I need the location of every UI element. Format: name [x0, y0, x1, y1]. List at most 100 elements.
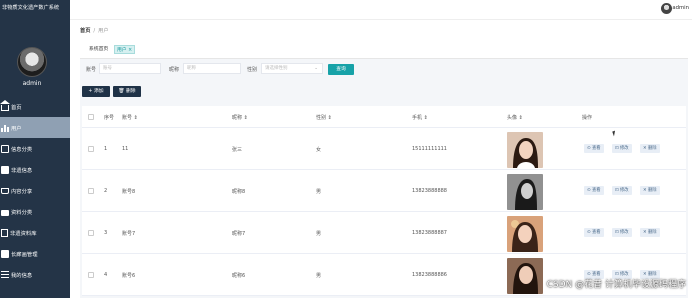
cell-phone: 13823888887	[412, 230, 447, 236]
topbar: admin	[70, 0, 692, 20]
home-icon	[0, 99, 10, 111]
cell-gender: 男	[316, 231, 322, 237]
row-delete-button[interactable]: ✕ 删除	[640, 186, 660, 195]
view-button[interactable]: ⊙ 查看	[584, 228, 604, 237]
user-table: 序号 账号 ⇕ 昵称 ⇕ 性别 ⇕ 手机 ⇕ 头像 ⇕ 操作 1 11 张三 女…	[82, 106, 686, 296]
row-checkbox[interactable]	[88, 188, 94, 194]
sidebar-item-label: 资料分类	[11, 209, 33, 216]
delete-button[interactable]: 🗑 删除	[113, 86, 141, 97]
sidebar-username: admin	[22, 80, 42, 87]
table-row: 2 账号8 昵称8 男 13823888888 ⊙ 查看 ⊡ 修改 ✕ 删除	[82, 170, 686, 212]
view-button[interactable]: ⊙ 查看	[584, 186, 604, 195]
cell-nickname: 昵称8	[232, 189, 246, 195]
edit-button[interactable]: ⊡ 修改	[612, 186, 632, 195]
row-checkbox[interactable]	[88, 230, 94, 236]
breadcrumb: 首页 / 用户	[80, 27, 109, 34]
sidebar-nav: 首页 用户 信息分类 非遗信息 内容分享 资料分类 非遗资料库 长廊画管理 我的…	[0, 96, 70, 285]
user-photo	[507, 174, 543, 210]
row-delete-button[interactable]: ✕ 删除	[640, 228, 660, 237]
user-photo	[507, 132, 543, 168]
cell-index: 2	[104, 188, 108, 194]
gallery-icon	[1, 249, 9, 258]
library-icon	[1, 228, 8, 237]
profile-icon	[1, 271, 9, 278]
gender-label: 性别	[247, 67, 258, 73]
bar-chart-icon	[1, 124, 9, 132]
share-icon	[1, 187, 9, 194]
search-button[interactable]: 查询	[328, 64, 354, 75]
table-row: 3 账号7 昵称7 男 13823888887 ⊙ 查看 ⊡ 修改 ✕ 删除	[82, 212, 686, 254]
sidebar-item-label: 长廊画管理	[11, 251, 38, 258]
breadcrumb-current: 用户	[98, 28, 109, 34]
cell-index: 1	[104, 146, 108, 152]
cell-index: 3	[104, 230, 108, 236]
gender-select-placeholder: 请选择性别	[265, 66, 288, 71]
table-row: 1 11 张三 女 15111111111 ⊙ 查看 ⊡ 修改 ✕ 删除	[82, 128, 686, 170]
topbar-username[interactable]: admin	[672, 5, 689, 11]
cell-account: 账号6	[122, 273, 136, 279]
cell-nickname: 昵称6	[232, 273, 246, 279]
header-phone[interactable]: 手机 ⇕	[412, 114, 428, 121]
cell-index: 4	[104, 272, 108, 278]
row-delete-button[interactable]: ✕ 删除	[640, 144, 660, 153]
gender-select[interactable]: 请选择性别 ⌄	[261, 63, 323, 74]
chevron-down-icon: ⌄	[314, 66, 318, 71]
add-button[interactable]: + 添加	[82, 86, 110, 97]
breadcrumb-home[interactable]: 首页	[80, 28, 90, 34]
sidebar-item-label: 内容分享	[11, 188, 33, 195]
nickname-input[interactable]	[183, 63, 241, 74]
sidebar-item-material-category[interactable]: 资料分类	[0, 201, 70, 222]
delete-button-label: 删除	[126, 89, 136, 94]
sidebar-item-my-info[interactable]: 我的信息	[0, 264, 70, 285]
cell-account: 账号7	[122, 231, 136, 237]
account-input[interactable]	[99, 63, 161, 74]
category-icon	[1, 144, 9, 153]
header-index: 序号	[104, 115, 115, 121]
edit-button[interactable]: ⊡ 修改	[612, 228, 632, 237]
cell-nickname: 张三	[232, 147, 243, 153]
cell-gender: 男	[316, 189, 322, 195]
header-account[interactable]: 账号 ⇕	[122, 114, 138, 121]
cell-gender: 女	[316, 147, 322, 153]
main-panel: 系统首页 用户 × 账号 昵称 性别 请选择性别 ⌄ 查询 + 添加 🗑 删除 …	[80, 38, 688, 298]
info-icon	[1, 165, 9, 174]
select-all-checkbox[interactable]	[88, 114, 94, 120]
sidebar-item-label: 非遗资料库	[10, 230, 37, 237]
tab-home[interactable]: 系统首页	[87, 45, 110, 54]
sidebar-avatar	[17, 47, 47, 77]
cell-account: 11	[122, 146, 129, 152]
sidebar-item-label: 用户	[11, 125, 22, 132]
sidebar-item-heritage-info[interactable]: 非遗信息	[0, 159, 70, 180]
watermark: CSDN @花昔 计算机毕设源码程序	[546, 280, 686, 290]
edit-button[interactable]: ⊡ 修改	[612, 144, 632, 153]
nickname-label: 昵称	[169, 67, 180, 73]
trash-icon: 🗑	[118, 89, 126, 94]
header-nickname[interactable]: 昵称 ⇕	[232, 114, 248, 121]
tab-user[interactable]: 用户 ×	[114, 45, 136, 54]
row-checkbox[interactable]	[88, 272, 94, 278]
header-operations: 操作	[582, 115, 593, 121]
cell-account: 账号8	[122, 189, 136, 195]
row-checkbox[interactable]	[88, 146, 94, 152]
sidebar-item-content-share[interactable]: 内容分享	[0, 180, 70, 201]
breadcrumb-separator: /	[93, 28, 96, 34]
header-avatar[interactable]: 头像 ⇕	[507, 114, 523, 121]
cell-nickname: 昵称7	[232, 231, 246, 237]
sidebar-item-gallery[interactable]: 长廊画管理	[0, 243, 70, 264]
sidebar-item-users[interactable]: 用户	[0, 117, 70, 138]
user-avatar[interactable]	[661, 3, 672, 14]
header-gender[interactable]: 性别 ⇕	[316, 114, 332, 121]
sidebar-item-home[interactable]: 首页	[0, 96, 70, 117]
sidebar-item-label: 非遗信息	[11, 167, 33, 174]
sidebar-item-label: 我的信息	[11, 272, 33, 279]
filter-bar: 账号 昵称 性别 请选择性别 ⌄ 查询	[80, 60, 688, 78]
user-photo	[507, 258, 543, 294]
cell-phone: 15111111111	[412, 146, 447, 152]
table-header: 序号 账号 ⇕ 昵称 ⇕ 性别 ⇕ 手机 ⇕ 头像 ⇕ 操作	[82, 106, 686, 128]
sidebar-item-label: 首页	[11, 104, 22, 111]
sidebar-item-info-category[interactable]: 信息分类	[0, 138, 70, 159]
view-button[interactable]: ⊙ 查看	[584, 144, 604, 153]
sidebar-item-heritage-library[interactable]: 非遗资料库	[0, 222, 70, 243]
sidebar-item-label: 信息分类	[11, 146, 33, 153]
tab-bar: 系统首页 用户 ×	[80, 38, 688, 59]
